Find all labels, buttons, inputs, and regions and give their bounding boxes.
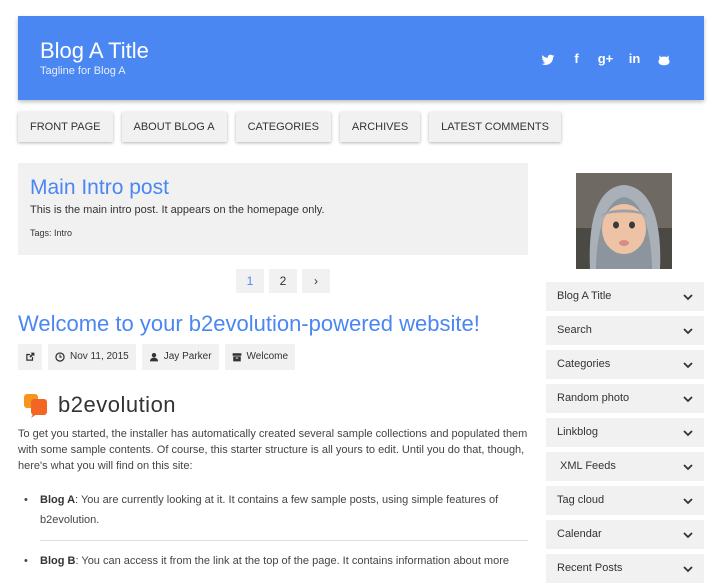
chevron-down-icon (683, 293, 693, 300)
intro-title[interactable]: Main Intro post (30, 176, 169, 200)
widget-label: Linkblog (557, 426, 598, 438)
post-title[interactable]: Welcome to your b2evolution-powered webs… (18, 311, 480, 337)
facebook-icon[interactable]: f (562, 51, 591, 67)
post-category[interactable]: Welcome (224, 344, 296, 370)
archive-icon (232, 353, 241, 362)
nav-latest-comments[interactable]: LATEST COMMENTS (429, 112, 561, 142)
chevron-down-icon (683, 531, 693, 538)
b2evolution-logo-icon (24, 394, 47, 418)
next-page-button[interactable]: › (302, 269, 330, 293)
list-item-text: : You are currently looking at it. It co… (40, 494, 499, 526)
post-date-text: Nov 11, 2015 (70, 351, 129, 362)
blog-tagline: Tagline for Blog A (40, 65, 126, 77)
post-date: Nov 11, 2015 (48, 344, 136, 370)
widget-categories[interactable]: Categories (546, 350, 704, 379)
pagination: 1 2 › (236, 269, 335, 293)
blog-title[interactable]: Blog A Title (40, 38, 149, 64)
list-item-text: : You can access it from the link at the… (75, 555, 509, 567)
page-2[interactable]: 2 (269, 269, 297, 293)
twitter-icon[interactable] (533, 51, 562, 67)
clock-icon (55, 352, 65, 362)
intro-text: This is the main intro post. It appears … (30, 204, 325, 216)
nav-archives[interactable]: ARCHIVES (339, 112, 421, 142)
widget-xml-feeds[interactable]: XML Feeds (546, 452, 704, 481)
user-icon (149, 352, 158, 362)
blog-header: Blog A Title Tagline for Blog A f g+ in (18, 16, 704, 100)
post-meta: Nov 11, 2015 Jay Parker Welcome (18, 344, 301, 370)
widget-random-photo[interactable]: Random photo (546, 384, 704, 413)
external-link-icon (26, 352, 35, 361)
widget-label: XML Feeds (557, 460, 616, 472)
list-item-name: Blog B (40, 555, 76, 567)
list-item: Blog B: You can access it from the link … (24, 551, 528, 571)
google-plus-icon[interactable]: g+ (591, 51, 620, 67)
permalink-button[interactable] (18, 344, 42, 370)
widget-tag-cloud[interactable]: Tag cloud (546, 486, 704, 515)
social-links: f g+ in (533, 51, 678, 67)
post-author[interactable]: Jay Parker (141, 344, 219, 370)
avatar (576, 173, 672, 269)
chevron-down-icon (683, 327, 693, 334)
intro-tags: Tags: Intro (30, 228, 72, 238)
widget-label: Calendar (557, 528, 602, 540)
main-nav: FRONT PAGE ABOUT BLOG A CATEGORIES ARCHI… (18, 112, 570, 142)
tag-link[interactable]: Intro (54, 228, 72, 238)
widget-label: Tag cloud (557, 494, 605, 506)
list-item-name: Blog A (40, 494, 76, 506)
linkedin-icon[interactable]: in (620, 51, 649, 67)
widget-label: Search (557, 324, 592, 336)
intro-post: Main Intro post This is the main intro p… (18, 163, 528, 255)
widget-recent-posts[interactable]: Recent Posts (546, 554, 704, 583)
github-icon[interactable] (649, 51, 678, 67)
chevron-down-icon (683, 395, 693, 402)
b2evolution-logo: b2evolution (24, 392, 176, 418)
chevron-down-icon (683, 429, 693, 436)
list-divider (40, 540, 528, 541)
chevron-down-icon (683, 497, 693, 504)
nav-categories[interactable]: CATEGORIES (235, 112, 331, 142)
post-list: Blog A: You are currently looking at it.… (24, 490, 528, 571)
post-category-name: Welcome (246, 351, 289, 362)
list-item: Blog A: You are currently looking at it.… (24, 490, 528, 530)
chevron-down-icon (683, 361, 693, 368)
widget-label: Random photo (557, 392, 630, 404)
widget-linkblog[interactable]: Linkblog (546, 418, 704, 447)
widget-label: Blog A Title (557, 290, 612, 302)
post-author-name: Jay Parker (163, 351, 212, 362)
avatar-photo (576, 173, 672, 269)
page-1[interactable]: 1 (236, 269, 264, 293)
widget-blog-title[interactable]: Blog A Title (546, 282, 704, 311)
widget-search[interactable]: Search (546, 316, 704, 345)
chevron-down-icon (683, 565, 693, 572)
nav-about-blog[interactable]: ABOUT BLOG A (121, 112, 227, 142)
chevron-down-icon (683, 463, 693, 470)
nav-front-page[interactable]: FRONT PAGE (18, 112, 113, 142)
b2evolution-logo-text: b2evolution (58, 392, 177, 417)
widget-label: Categories (557, 358, 611, 370)
post-body: To get you started, the installer has au… (18, 428, 528, 472)
widget-label: Recent Posts (557, 562, 623, 574)
widget-calendar[interactable]: Calendar (546, 520, 704, 549)
sidebar-widgets: Blog A Title Search Categories Random ph… (546, 282, 704, 588)
tags-label: Tags: (30, 228, 52, 238)
